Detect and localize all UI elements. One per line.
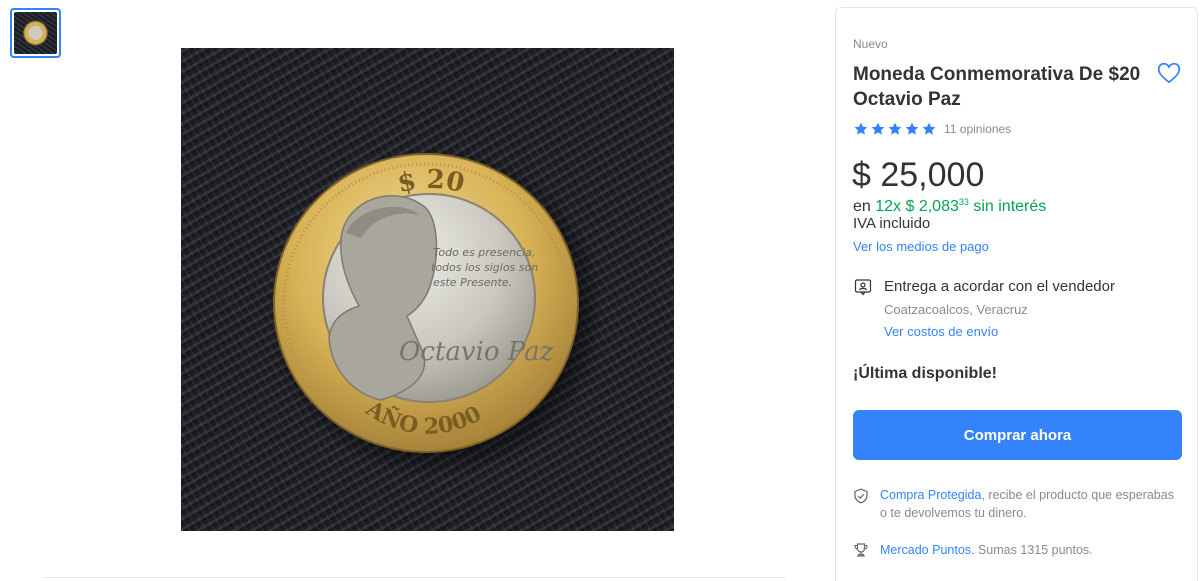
coin-quote-3: este Presente. [433,276,512,289]
price: $ 25,000 [852,156,985,194]
thumbnail-image [14,12,57,54]
gallery-divider [44,577,786,578]
star-icon [871,122,885,135]
item-condition: Nuevo [853,37,888,51]
protected-purchase-text: Compra Protegida, recibe el producto que… [880,486,1180,522]
coin-illustration: $ 20 Todo es presencia, todos los siglos… [268,148,604,478]
loyalty-points-description: Sumas 1315 puntos. [974,543,1093,557]
coin-quote-2: todos los siglos son [431,261,538,274]
delivery-title: Entrega a acordar con el vendedor [884,278,1115,295]
shipping-costs-link[interactable]: Ver costos de envío [884,324,998,339]
tax-note: IVA incluido [853,215,931,232]
star-icon [922,122,936,135]
star-icon [888,122,902,135]
shield-check-icon [854,488,868,504]
trophy-icon [854,543,868,557]
rating-summary[interactable]: 11 opiniones [853,121,1011,137]
loyalty-points-link[interactable]: Mercado Puntos. [880,543,975,557]
coin-denomination: $ 20 [395,165,467,199]
reviews-count: 11 opiniones [944,122,1012,136]
protected-purchase-link[interactable]: Compra Protegida [880,488,981,502]
seller-location: Coatzacoalcos, Veracruz [884,302,1028,317]
rating-stars [853,121,937,137]
gallery-thumbnail[interactable] [10,8,61,58]
loyalty-points-text: Mercado Puntos. Sumas 1315 puntos. [880,541,1180,559]
star-icon [854,122,868,135]
delivery-agreement-icon [854,279,872,296]
coin-quote-1: Todo es presencia, [433,246,535,259]
product-main-image[interactable]: $ 20 Todo es presencia, todos los siglos… [181,48,674,531]
payment-methods-link[interactable]: Ver los medios de pago [853,239,989,254]
installments: en 12x $ 2,08333 sin interés [853,197,1046,216]
installments-suffix: sin interés [968,198,1047,215]
star-icon [905,122,919,135]
stock-status: ¡Última disponible! [853,365,997,382]
purchase-panel: Nuevo Moneda Conmemorativa De $20 Octavi… [835,7,1198,581]
installments-prefix: en [853,198,876,215]
svg-text:$ 20: $ 20 [395,165,467,199]
installments-cents: 33 [958,197,969,207]
installments-amount: 12x $ 2,083 [875,198,959,215]
product-title: Moneda Conmemorativa De $20 Octavio Paz [853,64,1141,110]
buy-now-button[interactable]: Comprar ahora [853,410,1182,460]
coin-signature: Octavio Paz [399,337,554,367]
heart-icon[interactable] [1156,60,1182,86]
